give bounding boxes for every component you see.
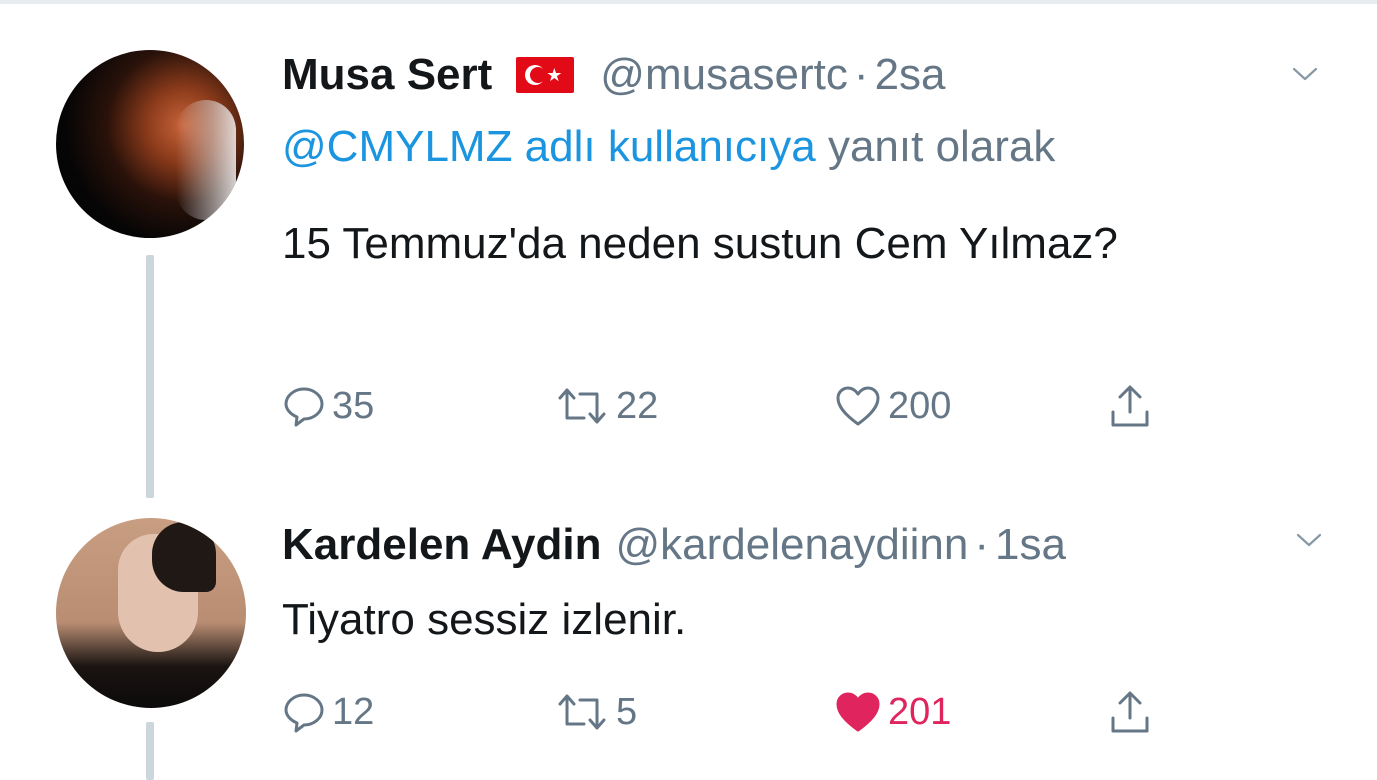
author-name[interactable]: Kardelen Aydin [282,520,601,570]
like-count: 201 [888,690,952,733]
tweet-text: 15 Temmuz'da neden sustun Cem Yılmaz? [282,219,1118,268]
avatar-highlight [176,100,236,220]
timestamp[interactable]: 2sa [875,50,946,100]
retweet-count: 22 [616,384,659,427]
chevron-down-icon[interactable] [1296,533,1322,547]
retweet-arrows-icon [558,694,606,730]
separator-dot: · [853,50,869,99]
separator-dot: · [974,520,990,569]
share-button[interactable] [1108,682,1152,742]
tweet: Kardelen Aydin @kardelenaydiinn · 1sa Ti… [0,500,1377,780]
reply-count: 12 [332,690,375,733]
tweet: Musa Sert ★ @musasertc · 2sa @CMYLMZ adl… [0,0,1377,500]
thread-line [146,722,154,780]
share-upload-icon [1111,385,1149,427]
retweet-button[interactable]: 22 [554,376,658,436]
reply-to-mention-link[interactable]: @CMYLMZ adlı kullanıcıya [282,122,816,171]
reply-button[interactable]: 12 [282,682,374,742]
thread-line [146,255,154,498]
tweet-header: Kardelen Aydin @kardelenaydiinn · 1sa [282,520,1066,570]
author-handle[interactable]: @kardelenaydiinn [615,520,968,570]
share-button[interactable] [1108,376,1152,436]
avatar[interactable] [56,518,246,708]
speech-bubble-icon [284,693,324,733]
speech-bubble-icon [284,387,324,427]
share-upload-icon [1111,691,1149,733]
reply-button[interactable]: 35 [282,376,374,436]
timestamp[interactable]: 1sa [995,520,1066,570]
like-button[interactable]: 200 [834,376,951,436]
heart-icon [836,692,880,732]
tweet-text: Tiyatro sessiz izlenir. [282,595,687,644]
chevron-down-icon[interactable] [1292,67,1318,81]
avatar[interactable] [56,50,244,238]
tweet-header: Musa Sert ★ @musasertc · 2sa [282,50,946,100]
heart-icon [836,386,880,426]
reply-count: 35 [332,384,375,427]
author-name[interactable]: Musa Sert [282,50,492,100]
retweet-arrows-icon [558,388,606,424]
retweet-count: 5 [616,690,638,733]
avatar-hair [152,522,216,592]
reply-context: @CMYLMZ adlı kullanıcıya yanıt olarak [282,122,1055,172]
action-bar: 35 22 200 [282,376,1182,436]
action-bar: 12 5 201 [282,682,1182,742]
reply-to-suffix: yanıt olarak [827,122,1056,171]
author-handle[interactable]: @musasertc [600,50,848,100]
like-button[interactable]: 201 [834,682,951,742]
turkey-flag-icon: ★ [516,57,575,93]
like-count: 200 [888,384,952,427]
retweet-button[interactable]: 5 [554,682,637,742]
